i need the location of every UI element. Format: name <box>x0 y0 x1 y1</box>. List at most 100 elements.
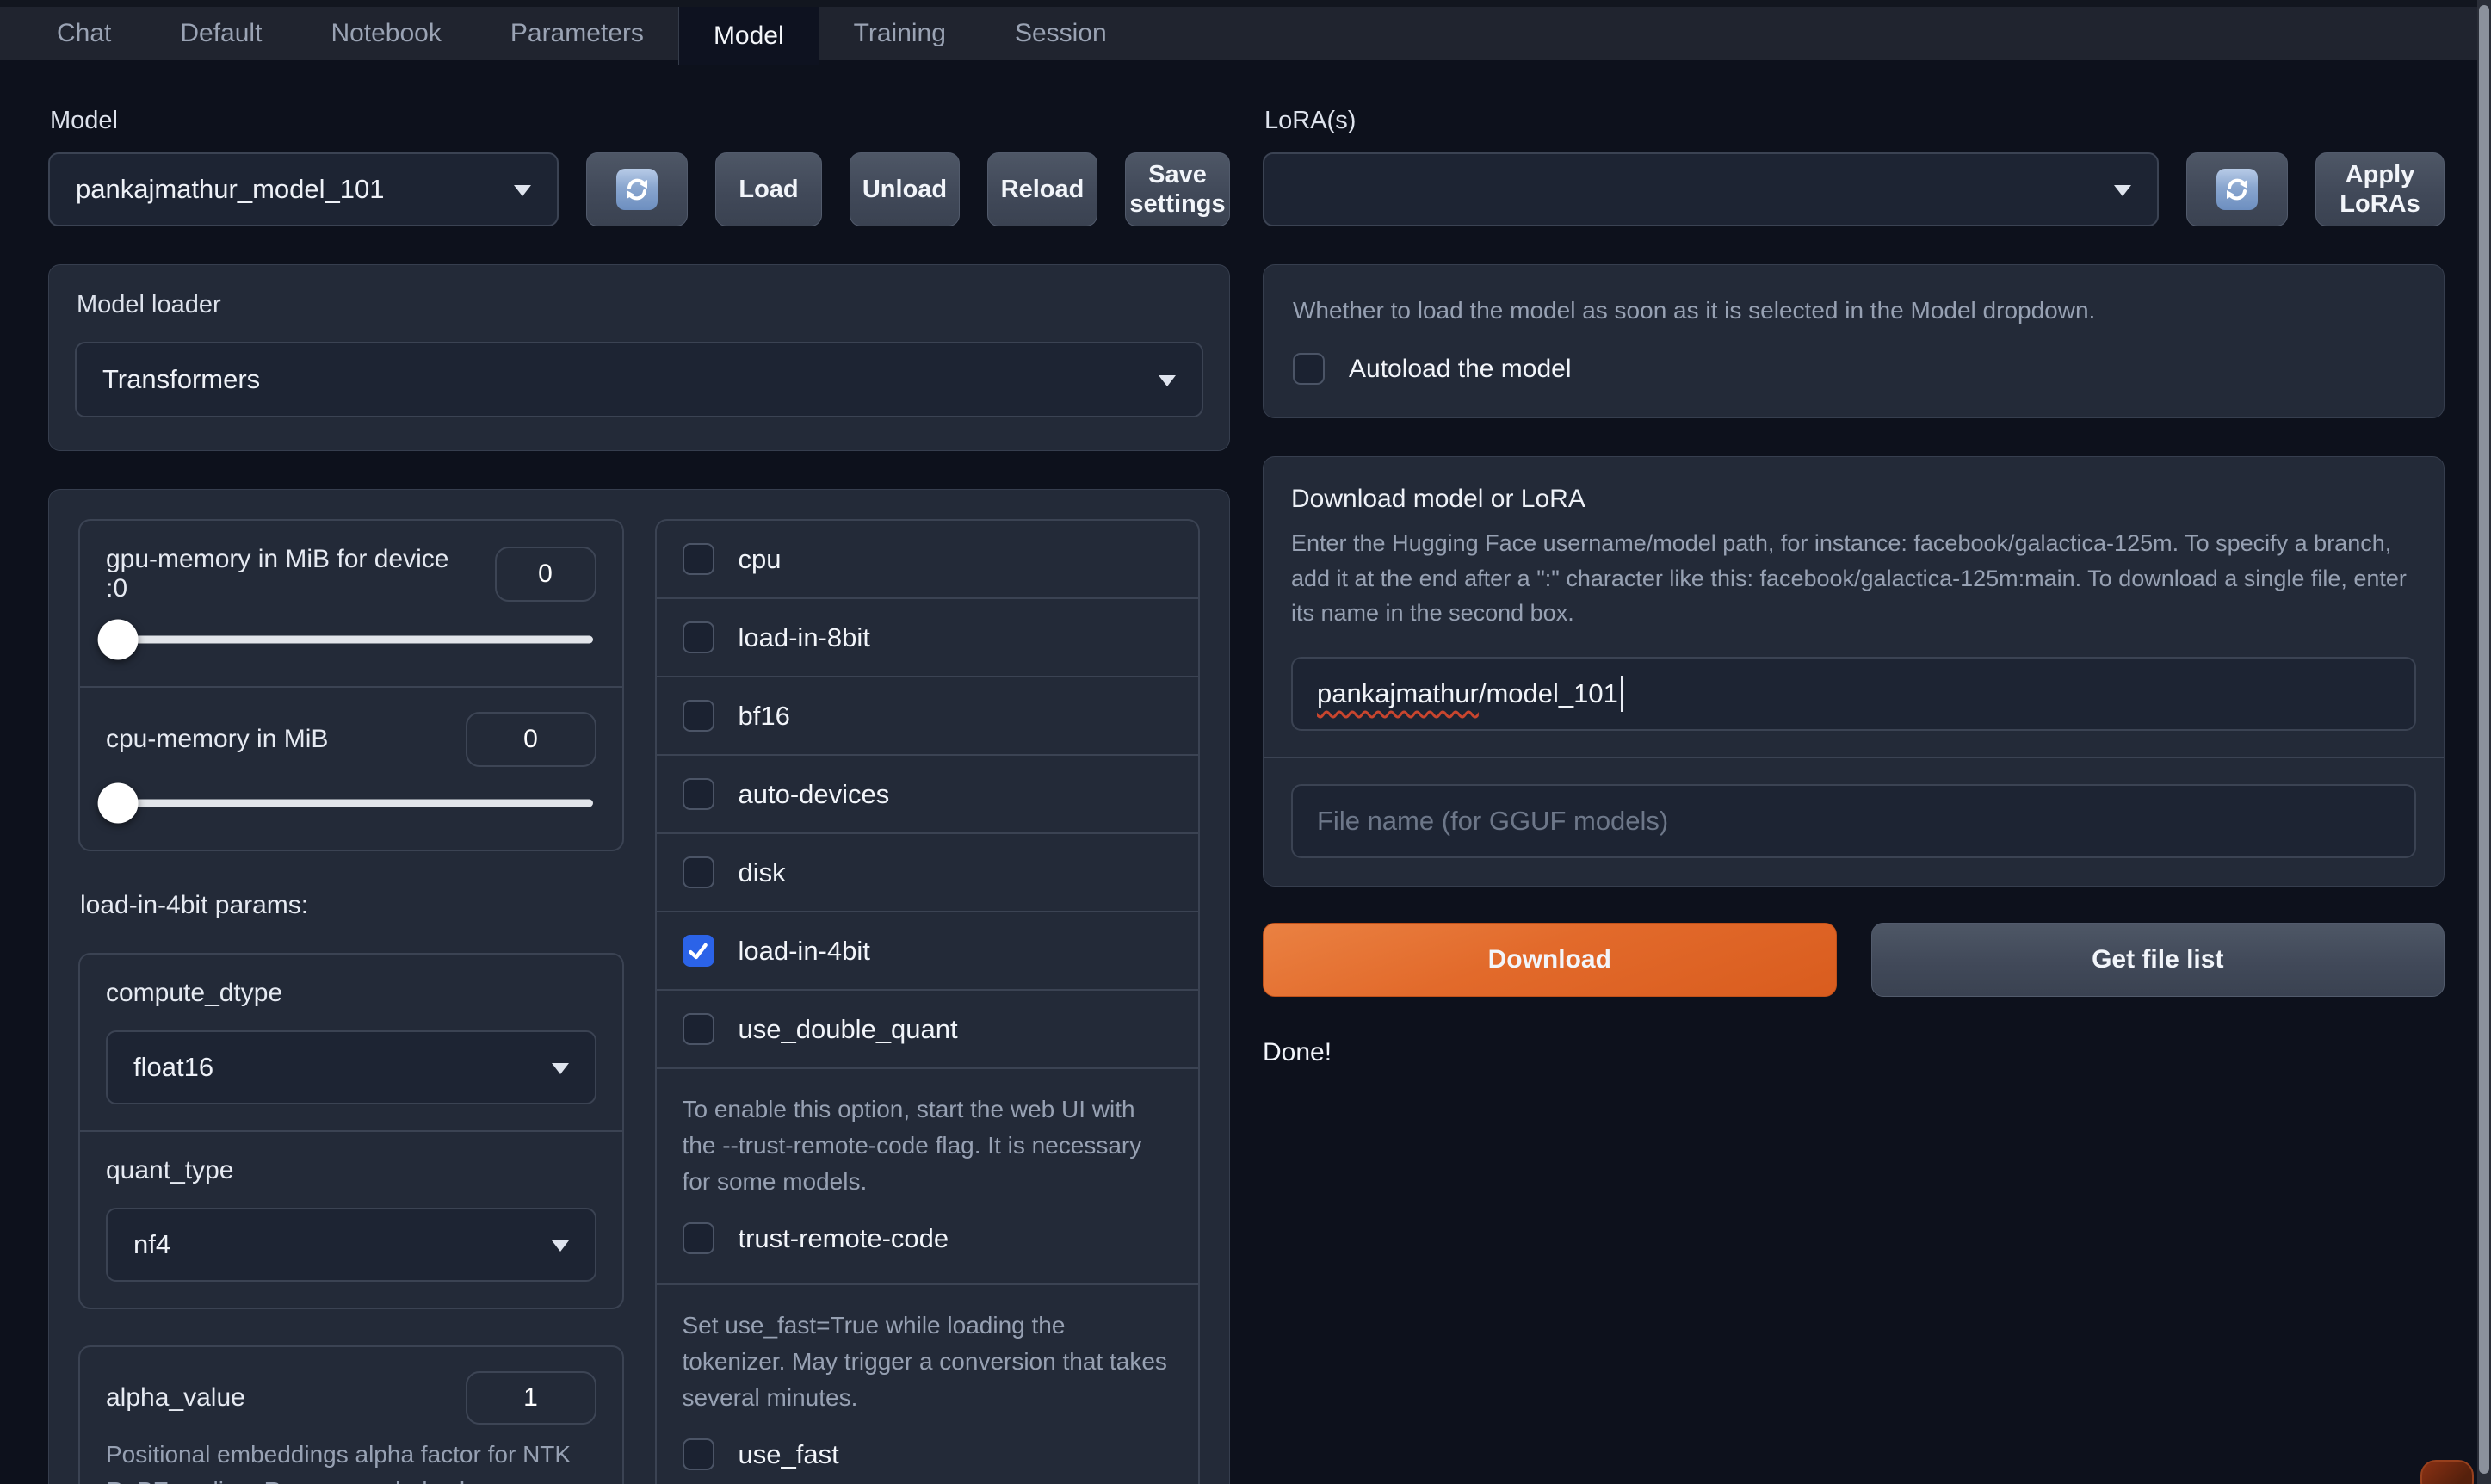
gpu-memory-slider[interactable] <box>97 619 596 660</box>
right-column: LoRA(s) Apply LoRAs Whether to load the … <box>1263 95 2445 1484</box>
tab-bar: Chat Default Notebook Parameters Model T… <box>0 0 2491 65</box>
lora-dropdown[interactable] <box>1263 152 2159 226</box>
load-in-4bit-checkbox-label: load-in-4bit <box>738 935 870 966</box>
load-button[interactable]: Load <box>715 152 822 226</box>
autoload-checkbox[interactable] <box>1293 353 1325 385</box>
use-double-quant-checkbox-label: use_double_quant <box>738 1013 958 1044</box>
compute-dtype-label: compute_dtype <box>106 979 283 1007</box>
checkbox-row-trust-remote-code[interactable]: trust-remote-code <box>682 1200 1173 1258</box>
cpu-memory-label: cpu-memory in MiB <box>106 725 329 753</box>
chevron-down-icon <box>551 1063 569 1075</box>
divider <box>1264 756 2444 758</box>
checkmark-icon <box>689 943 708 959</box>
model-path-input[interactable]: pankajmathur/model_101 <box>1291 656 2416 731</box>
tab-model[interactable]: Model <box>677 7 819 65</box>
checkbox-row-use-double-quant[interactable]: use_double_quant <box>656 989 1198 1067</box>
disk-checkbox[interactable] <box>682 856 714 888</box>
tab-parameters[interactable]: Parameters <box>476 7 678 60</box>
memory-group: gpu-memory in MiB for device :0 0 cpu-me… <box>78 519 624 851</box>
gpu-memory-section: gpu-memory in MiB for device :0 0 <box>80 521 622 686</box>
use-double-quant-checkbox[interactable] <box>682 1013 714 1045</box>
load-in-8bit-checkbox-label: load-in-8bit <box>738 621 870 652</box>
use-fast-section: Set use_fast=True while loading the toke… <box>656 1283 1198 1484</box>
reload-button[interactable]: Reload <box>987 152 1097 226</box>
text-cursor <box>1620 675 1623 712</box>
scrollbar <box>2477 0 2491 1484</box>
chevron-down-icon <box>1159 375 1176 387</box>
autoload-checkbox-label: Autoload the model <box>1349 354 1572 383</box>
auto-devices-checkbox-label: auto-devices <box>738 778 890 809</box>
tab-chat[interactable]: Chat <box>22 7 145 60</box>
alpha-value-section: alpha_value 1 Positional embeddings alph… <box>80 1347 622 1484</box>
cpu-memory-section: cpu-memory in MiB 0 <box>80 686 622 850</box>
cpu-memory-slider[interactable] <box>97 782 596 824</box>
alpha-value-input[interactable]: 1 <box>465 1371 596 1425</box>
refresh-icon <box>616 169 658 210</box>
model-loader-panel: Model loader Transformers <box>48 264 1230 451</box>
model-loader-dropdown[interactable]: Transformers <box>75 342 1203 417</box>
tab-notebook[interactable]: Notebook <box>296 7 475 60</box>
quant-type-dropdown[interactable]: nf4 <box>106 1208 596 1282</box>
bf16-checkbox[interactable] <box>682 700 714 732</box>
refresh-models-button[interactable] <box>586 152 688 226</box>
slider-handle[interactable] <box>97 782 139 824</box>
model-path-value-user: pankajmathur <box>1317 677 1479 708</box>
quant-type-label: quant_type <box>106 1156 234 1184</box>
apply-loras-button[interactable]: Apply LoRAs <box>2315 152 2445 226</box>
cpu-memory-input[interactable]: 0 <box>465 712 596 767</box>
alpha-value-description: Positional embeddings alpha factor for N… <box>106 1441 572 1484</box>
tab-training[interactable]: Training <box>819 7 980 60</box>
gpu-memory-input[interactable]: 0 <box>494 547 596 602</box>
checkbox-row-auto-devices[interactable]: auto-devices <box>656 754 1198 832</box>
cpu-checkbox[interactable] <box>682 543 714 575</box>
trust-remote-code-checkbox[interactable] <box>682 1222 714 1254</box>
use-fast-checkbox-label: use_fast <box>738 1438 839 1469</box>
loader-params-panel: gpu-memory in MiB for device :0 0 cpu-me… <box>48 489 1230 1484</box>
download-button[interactable]: Download <box>1263 922 1837 997</box>
rope-group: alpha_value 1 Positional embeddings alph… <box>78 1345 624 1484</box>
checkbox-row-autoload[interactable]: Autoload the model <box>1293 329 2414 385</box>
refresh-loras-button[interactable] <box>2186 152 2288 226</box>
slider-track <box>109 635 593 644</box>
tab-default[interactable]: Default <box>145 7 296 60</box>
file-name-placeholder: File name (for GGUF models) <box>1317 805 1669 836</box>
file-name-input[interactable]: File name (for GGUF models) <box>1291 783 2416 858</box>
autoload-description: Whether to load the model as soon as it … <box>1293 297 2096 324</box>
checkbox-row-bf16[interactable]: bf16 <box>656 676 1198 754</box>
checkbox-row-load-in-4bit[interactable]: load-in-4bit <box>656 911 1198 989</box>
auto-devices-checkbox[interactable] <box>682 778 714 810</box>
model-controls-row: pankajmathur_model_101 Load Unload Reloa… <box>48 152 1230 226</box>
use-fast-checkbox[interactable] <box>682 1438 714 1470</box>
checkbox-row-use-fast[interactable]: use_fast <box>682 1416 1173 1474</box>
model-dropdown[interactable]: pankajmathur_model_101 <box>48 152 559 226</box>
model-path-value-rest: /model_101 <box>1478 677 1618 708</box>
load-in-4bit-checkbox[interactable] <box>682 935 714 967</box>
lora-controls-row: Apply LoRAs <box>1263 152 2445 226</box>
bf16-checkbox-label: bf16 <box>738 700 790 731</box>
quant-type-value: nf4 <box>133 1229 171 1259</box>
get-file-list-button[interactable]: Get file list <box>1870 922 2445 997</box>
compute-dtype-dropdown[interactable]: float16 <box>106 1030 596 1104</box>
tab-session[interactable]: Session <box>980 7 1141 60</box>
dtype-group: compute_dtype float16 quant_type nf4 <box>78 953 624 1309</box>
download-description: Enter the Hugging Face username/model pa… <box>1291 530 2407 626</box>
checkbox-row-cpu[interactable]: cpu <box>657 521 1199 597</box>
checkbox-row-load-in-8bit[interactable]: load-in-8bit <box>656 597 1198 676</box>
flags-group: cpu load-in-8bit bf16 auto-devices disk … <box>654 519 1200 1484</box>
lora-label: LoRA(s) <box>1264 107 1357 134</box>
model-loader-label: Model loader <box>77 291 221 318</box>
save-settings-button[interactable]: Save settings <box>1125 152 1230 226</box>
load-in-8bit-checkbox[interactable] <box>682 621 714 653</box>
unload-button[interactable]: Unload <box>850 152 960 226</box>
compute-dtype-section: compute_dtype float16 <box>80 955 622 1130</box>
slider-track <box>109 799 593 807</box>
model-loader-value: Transformers <box>102 364 261 394</box>
alpha-value-label: alpha_value <box>106 1383 245 1412</box>
checkbox-row-disk[interactable]: disk <box>656 832 1198 911</box>
left-column: Model pankajmathur_model_101 Load Unload <box>48 95 1230 1484</box>
quant-type-section: quant_type nf4 <box>80 1130 622 1308</box>
scrollbar-thumb[interactable] <box>2479 5 2489 1474</box>
chevron-down-icon <box>551 1240 569 1252</box>
slider-handle[interactable] <box>97 619 139 660</box>
download-panel: Download model or LoRA Enter the Hugging… <box>1263 456 2445 887</box>
